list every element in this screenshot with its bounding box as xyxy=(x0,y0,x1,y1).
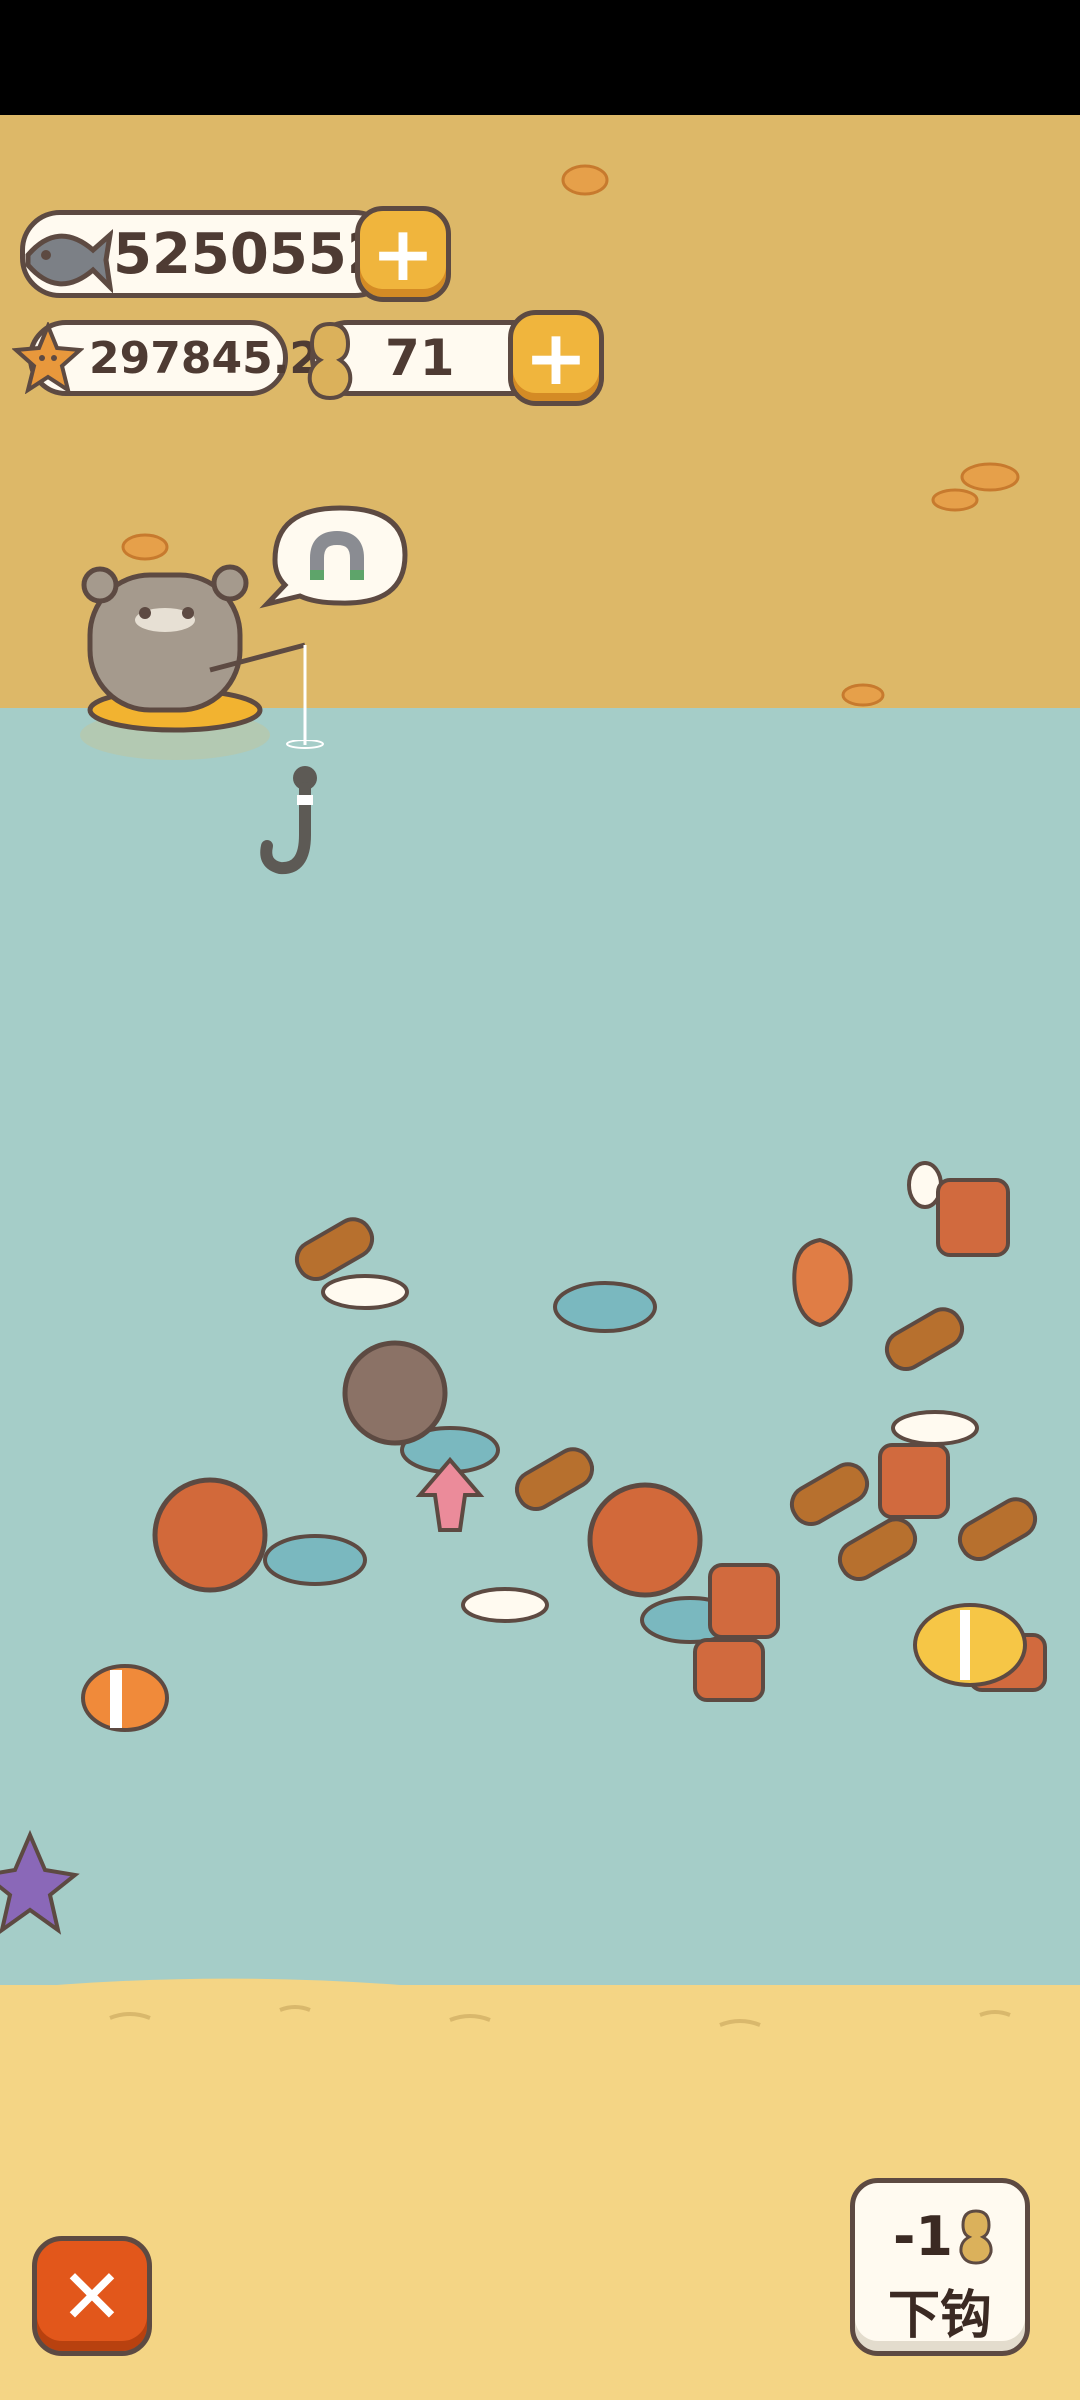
speech-bubble xyxy=(259,505,408,609)
bait-peanut-icon xyxy=(307,321,353,401)
octopus xyxy=(792,1237,853,1328)
bait-peanut-icon xyxy=(959,2209,993,2265)
add-fish-button[interactable]: + xyxy=(355,206,451,302)
cast-hook-button[interactable]: -1 下钩 xyxy=(850,2178,1030,2356)
fishing-hook xyxy=(260,740,324,875)
sea-items-layer xyxy=(0,1161,1047,1935)
plus-icon: + xyxy=(524,313,588,402)
starfish-icon xyxy=(12,322,84,394)
cast-cost-text: -1 xyxy=(893,2205,953,2268)
star-count-text: 297845.2 xyxy=(89,332,321,384)
clownfish xyxy=(81,1664,169,1732)
fish-icon xyxy=(25,229,113,294)
close-button[interactable]: ✕ xyxy=(32,2236,152,2356)
starfish xyxy=(0,1829,80,1935)
shoreline xyxy=(0,1978,1080,2015)
brown-puffer xyxy=(342,1340,448,1446)
add-bait-button[interactable]: + xyxy=(508,310,604,406)
butterflyfish xyxy=(913,1603,1027,1687)
bait-count-text: 71 xyxy=(385,329,455,387)
status-bar xyxy=(0,0,1080,115)
cast-label-text: 下钩 xyxy=(887,2286,992,2346)
plus-icon: + xyxy=(371,209,435,298)
close-icon: ✕ xyxy=(60,2251,124,2341)
pufferfish xyxy=(152,1477,703,1598)
